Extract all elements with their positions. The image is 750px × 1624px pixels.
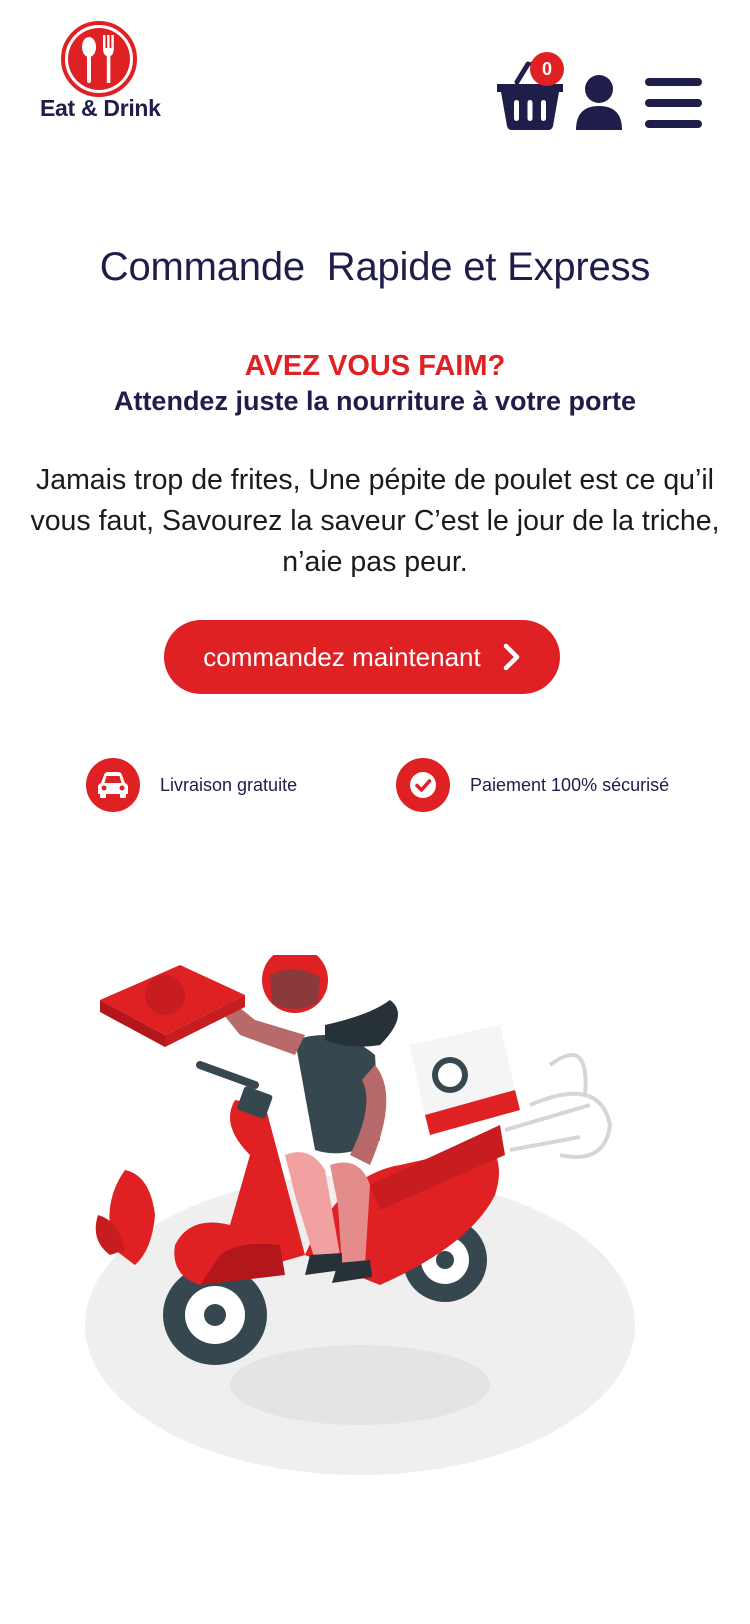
hero-subtitle: Attendez juste la nourriture à votre por… (113, 386, 637, 416)
brand-logo[interactable]: Eat & Drink (40, 20, 161, 130)
check-circle-icon (396, 758, 450, 812)
feature-free-delivery: Livraison gratuite (86, 757, 297, 813)
order-now-label: commandez maintenant (203, 641, 481, 672)
hamburger-menu-icon[interactable] (645, 76, 705, 130)
brand-name: Eat & Drink (40, 95, 161, 121)
fork-spoon-icon (61, 21, 137, 97)
user-icon[interactable] (572, 74, 626, 130)
feature-secure-payment: Paiement 100% sécurisé (396, 757, 669, 813)
car-icon (86, 758, 140, 812)
feature-label: Paiement 100% sécurisé (470, 774, 670, 795)
order-now-button[interactable]: commandez maintenant (164, 620, 560, 694)
chevron-right-icon (503, 643, 519, 671)
delivery-scooter-illustration (85, 955, 635, 1475)
cart-count-badge: 0 (530, 52, 564, 86)
hero-title: Commande Rapide et Express (99, 245, 651, 289)
hero-question: AVEZ VOUS FAIM? (244, 350, 506, 382)
feature-label: Livraison gratuite (160, 774, 298, 795)
hero-description: Jamais trop de frites, Une pépite de pou… (30, 464, 720, 578)
